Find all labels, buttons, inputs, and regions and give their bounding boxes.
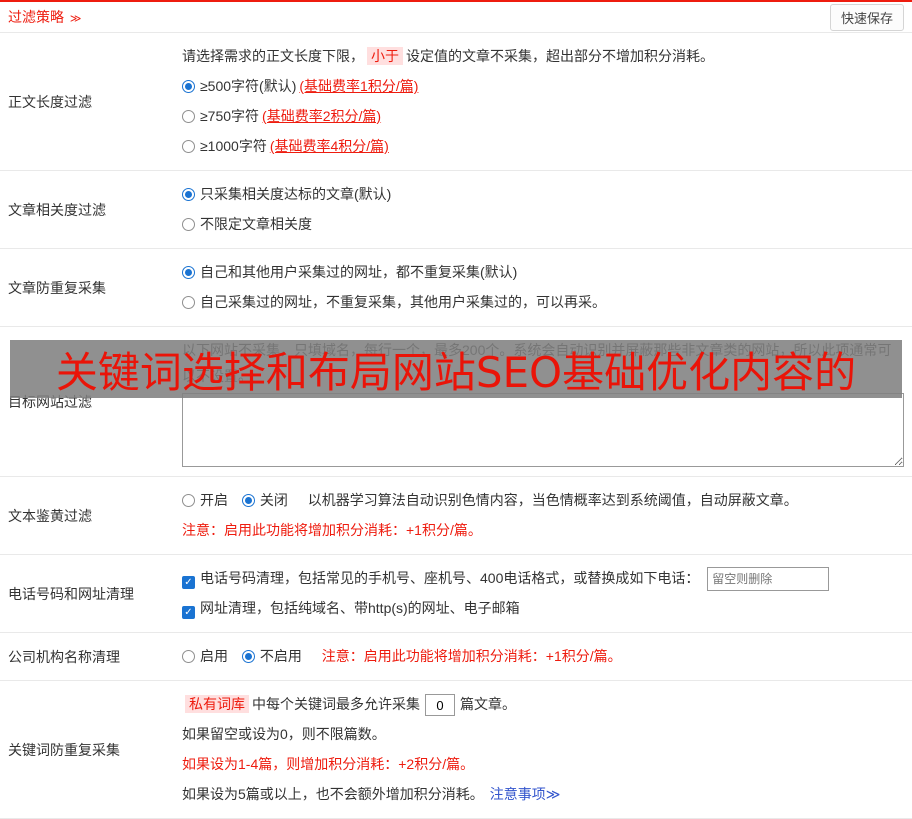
blocked-sites-textarea[interactable] (182, 393, 904, 467)
company-clean-options: 启用 不启用 注意：启用此功能将增加积分消耗：+1积分/篇。 (182, 641, 904, 671)
row-phone-url-clean-content: 电话号码清理，包括常见的手机号、座机号、400电话格式，或替换成如下电话： 网址… (174, 555, 912, 632)
row-body-length-content: 请选择需求的正文长度下限， 小于 设定值的文章不采集，超出部分不增加积分消耗。 ≥5… (174, 33, 912, 170)
row-body-length: 正文长度过滤 请选择需求的正文长度下限， 小于 设定值的文章不采集，超出部分不增加积… (0, 33, 912, 171)
option-text: 开启 (200, 492, 228, 508)
body-length-intro: 请选择需求的正文长度下限， 小于 设定值的文章不采集，超出部分不增加积分消耗。 (182, 43, 904, 69)
radio-option-company-off[interactable]: 不启用 (241, 648, 306, 664)
line1-text: 中每个关键词最多允许采集 (252, 696, 420, 712)
row-relevance: 文章相关度过滤 只采集相关度达标的文章(默认) 不限定文章相关度 (0, 171, 912, 249)
option-text: ≥1000字符 (200, 138, 267, 154)
row-phone-url-clean: 电话号码和网址清理 电话号码清理，包括常见的手机号、座机号、400电话格式，或替… (0, 555, 912, 633)
page-title-text: 过滤策略 (8, 9, 64, 25)
radio-option-1000-chars[interactable]: ≥1000字符 (基础费率4积分/篇) (182, 131, 904, 161)
row-keyword-dedup: 关键词防重复采集 私有词库中每个关键词最多允许采集 篇文章。 如果留空或设为0，则… (0, 681, 912, 819)
row-porn-filter: 文本鉴黄过滤 开启 关闭 以机器学习算法自动识别色情内容，当色情概率达到系统阈值… (0, 477, 912, 555)
radio-icon[interactable] (182, 266, 195, 279)
porn-filter-note: 注意：启用此功能将增加积分消耗：+1积分/篇。 (182, 522, 482, 538)
row-phone-url-clean-label: 电话号码和网址清理 (8, 585, 134, 602)
row-company-clean: 公司机构名称清理 启用 不启用 注意：启用此功能将增加积分消耗：+1积分/篇。 (0, 633, 912, 681)
watermark-text: 关键词选择和布局网站SEO基础优化内容的 (55, 347, 857, 397)
row-keyword-dedup-label: 关键词防重复采集 (8, 741, 120, 758)
radio-icon[interactable] (182, 218, 195, 231)
option-text: 不启用 (259, 648, 302, 664)
radio-option-dedup-self-only[interactable]: 自己采集过的网址，不重复采集，其他用户采集过的，可以再采。 (182, 287, 904, 317)
max-articles-count-input[interactable] (425, 694, 455, 717)
notice-link[interactable]: 注意事项≫ (490, 786, 561, 802)
row-company-clean-content: 启用 不启用 注意：启用此功能将增加积分消耗：+1积分/篇。 (174, 633, 912, 680)
option-cost-text: (基础费率4积分/篇) (269, 138, 389, 154)
radio-icon[interactable] (182, 188, 195, 201)
option-text: 只采集相关度达标的文章(默认) (200, 186, 392, 202)
company-clean-note: 注意：启用此功能将增加积分消耗：+1积分/篇。 (321, 648, 622, 664)
keyword-dedup-line3: 如果设为1-4篇，则增加积分消耗：+2积分/篇。 (182, 756, 475, 772)
option-text: 电话号码清理，包括常见的手机号、座机号、400电话格式，或替换成如下电话： (200, 570, 700, 586)
radio-option-dedup-all-users[interactable]: 自己和其他用户采集过的网址，都不重复采集(默认) (182, 257, 904, 287)
radio-option-company-on[interactable]: 启用 (182, 648, 232, 664)
phone-clean-line: 电话号码清理，包括常见的手机号、座机号、400电话格式，或替换成如下电话： (182, 563, 904, 593)
radio-icon[interactable] (241, 494, 255, 507)
radio-icon[interactable] (182, 140, 195, 153)
row-relevance-label: 文章相关度过滤 (8, 201, 106, 218)
row-company-clean-label: 公司机构名称清理 (8, 648, 120, 665)
radio-option-relevance-any[interactable]: 不限定文章相关度 (182, 209, 904, 239)
option-text: 不限定文章相关度 (200, 216, 312, 232)
option-text: 启用 (200, 648, 228, 664)
row-dedup-label: 文章防重复采集 (8, 279, 106, 296)
line4-text: 如果设为5篇或以上，也不会额外增加积分消耗。 (182, 786, 484, 802)
replacement-phone-input[interactable] (707, 567, 830, 592)
row-dedup-content: 自己和其他用户采集过的网址，都不重复采集(默认) 自己采集过的网址，不重复采集，… (174, 249, 912, 326)
page-title[interactable]: 过滤策略 ≫ (8, 7, 81, 27)
keyword-dedup-line1: 私有词库中每个关键词最多允许采集 篇文章。 (182, 689, 904, 719)
row-porn-filter-content: 开启 关闭 以机器学习算法自动识别色情内容，当色情概率达到系统阈值，自动屏蔽文章… (174, 477, 912, 554)
radio-option-750-chars[interactable]: ≥750字符 (基础费率2积分/篇) (182, 101, 904, 131)
keyword-dedup-line4: 如果设为5篇或以上，也不会额外增加积分消耗。 注意事项≫ (182, 779, 904, 809)
porn-filter-description: 以机器学习算法自动识别色情内容，当色情概率达到系统阈值，自动屏蔽文章。 (307, 492, 798, 508)
option-cost-text: (基础费率1积分/篇) (299, 78, 419, 94)
radio-icon[interactable] (182, 80, 195, 93)
checkbox-icon[interactable] (182, 576, 195, 589)
checkbox-option-phone-clean[interactable]: 电话号码清理，包括常见的手机号、座机号、400电话格式，或替换成如下电话： (182, 570, 703, 589)
option-cost-text: (基础费率2积分/篇) (262, 108, 382, 124)
porn-filter-options: 开启 关闭 以机器学习算法自动识别色情内容，当色情概率达到系统阈值，自动屏蔽文章… (182, 485, 904, 515)
quick-save-button[interactable]: 快速保存 (829, 3, 904, 31)
row-keyword-dedup-content: 私有词库中每个关键词最多允许采集 篇文章。 如果留空或设为0，则不限篇数。 如果设… (174, 681, 912, 818)
radio-icon[interactable] (182, 296, 195, 309)
checkbox-icon[interactable] (182, 606, 195, 619)
radio-icon[interactable] (182, 110, 195, 123)
option-text: 自己和其他用户采集过的网址，都不重复采集(默认) (200, 264, 518, 280)
checkbox-option-url-clean[interactable]: 网址清理，包括纯域名、带http(s)的网址、电子邮箱 (182, 600, 520, 619)
private-lexicon-highlight: 私有词库 (185, 695, 249, 713)
watermark-overlay: 关键词选择和布局网站SEO基础优化内容的 (10, 340, 902, 398)
radio-option-porn-off[interactable]: 关闭 (241, 492, 292, 508)
intro-highlight-less-than: 小于 (367, 47, 403, 65)
keyword-dedup-line2: 如果留空或设为0，则不限篇数。 (182, 726, 386, 742)
row-porn-filter-label: 文本鉴黄过滤 (8, 507, 92, 524)
intro-text-pre: 请选择需求的正文长度下限， (182, 48, 364, 64)
radio-icon[interactable] (182, 650, 195, 663)
row-body-length-label: 正文长度过滤 (8, 93, 92, 110)
radio-option-500-chars[interactable]: ≥500字符(默认) (基础费率1积分/篇) (182, 71, 904, 101)
chevron-down-icon: ≫ (69, 13, 82, 25)
option-text: 自己采集过的网址，不重复采集，其他用户采集过的，可以再采。 (200, 294, 606, 310)
radio-icon[interactable] (241, 650, 255, 663)
option-text: ≥500字符(默认) (200, 78, 297, 94)
line1-text-post: 篇文章。 (460, 696, 516, 712)
intro-text-post: 设定值的文章不采集，超出部分不增加积分消耗。 (406, 48, 714, 64)
filter-strategy-page: 过滤策略 ≫ 快速保存 正文长度过滤 请选择需求的正文长度下限， 小于 设定值的文章… (0, 0, 912, 819)
row-dedup: 文章防重复采集 自己和其他用户采集过的网址，都不重复采集(默认) 自己采集过的网… (0, 249, 912, 327)
page-header: 过滤策略 ≫ 快速保存 (0, 0, 912, 33)
url-clean-line: 网址清理，包括纯域名、带http(s)的网址、电子邮箱 (182, 593, 904, 623)
radio-option-porn-on[interactable]: 开启 (182, 492, 232, 508)
radio-icon[interactable] (182, 494, 195, 507)
option-text: ≥750字符 (200, 108, 260, 124)
row-relevance-content: 只采集相关度达标的文章(默认) 不限定文章相关度 (174, 171, 912, 248)
option-text: 网址清理，包括纯域名、带http(s)的网址、电子邮箱 (200, 600, 520, 616)
radio-option-relevance-strict[interactable]: 只采集相关度达标的文章(默认) (182, 179, 904, 209)
option-text: 关闭 (259, 492, 288, 508)
